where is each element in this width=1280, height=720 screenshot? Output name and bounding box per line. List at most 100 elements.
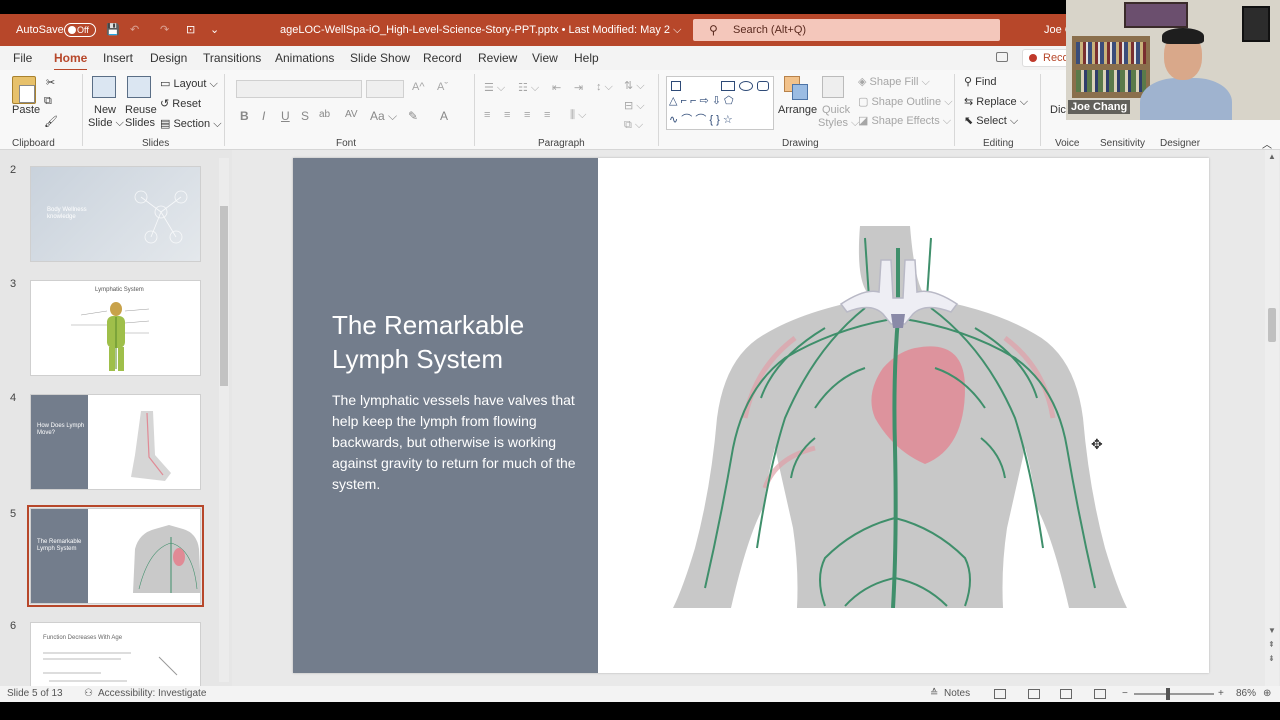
shadow-button[interactable]: ab: [319, 109, 330, 120]
new-slide-icon[interactable]: [92, 76, 116, 98]
new-slide-label-2[interactable]: Slide ⌵: [88, 117, 124, 130]
new-slide-label[interactable]: New: [94, 104, 116, 116]
quick-styles-icon[interactable]: [822, 76, 844, 98]
scrollbar-thumb[interactable]: [1268, 308, 1276, 342]
redo-icon[interactable]: ↷: [160, 22, 169, 38]
strikethrough-button[interactable]: S: [301, 109, 309, 123]
slide-canvas[interactable]: The Remarkable Lymph System The lymphati…: [293, 158, 1209, 673]
slide-vertical-scrollbar[interactable]: ▲ ▼ ⇞ ⇟: [1265, 150, 1279, 686]
font-size-box[interactable]: [366, 80, 404, 98]
normal-view-icon[interactable]: [994, 689, 1006, 699]
decrease-indent-icon[interactable]: ⇤: [552, 81, 561, 94]
zoom-level[interactable]: 86%: [1236, 688, 1256, 699]
slide-thumbnail-2[interactable]: Body Wellness knowledge: [30, 166, 201, 262]
format-painter-icon[interactable]: 🖌: [44, 115, 58, 128]
bullets-icon[interactable]: ☰ ⌵: [484, 81, 505, 95]
slide-thumbnail-3[interactable]: Lymphatic System: [30, 280, 201, 376]
thumbnail-scrollbar[interactable]: [219, 158, 229, 682]
autosave-toggle[interactable]: Off: [64, 23, 96, 37]
paste-button[interactable]: Paste: [12, 104, 40, 116]
curve-shape-icon[interactable]: ∿ ⌒ ⌒ { } ☆: [669, 111, 733, 127]
tab-file[interactable]: File: [13, 51, 32, 65]
align-text-icon[interactable]: ⊟ ⌵: [624, 99, 645, 113]
shapes-gallery[interactable]: △ ⌐ ⌐ ⇨ ⇩ ⬠ ∿ ⌒ ⌒ { } ☆: [666, 76, 774, 130]
align-right-icon[interactable]: ≡: [524, 109, 530, 121]
thumbnail-scrollbar-thumb[interactable]: [220, 206, 228, 386]
reading-view-icon[interactable]: [1060, 689, 1072, 699]
present-icon[interactable]: ⊡: [186, 22, 195, 38]
shape-outline-button[interactable]: ▢ Shape Outline ⌵: [858, 95, 953, 109]
copy-icon[interactable]: ⧉: [44, 95, 52, 108]
numbering-icon[interactable]: ☷ ⌵: [518, 81, 539, 95]
rectangle-shape-icon[interactable]: [721, 81, 735, 91]
search-box[interactable]: ⚲ Search (Alt+Q): [693, 19, 1000, 41]
align-left-icon[interactable]: ≡: [484, 109, 490, 121]
slide-thumbnail-5[interactable]: The Remarkable Lymph System: [27, 505, 204, 607]
zoom-out-icon[interactable]: −: [1122, 688, 1128, 699]
shrink-font-icon[interactable]: Aˇ: [437, 81, 448, 93]
line-spacing-icon[interactable]: ↕ ⌵: [596, 81, 613, 94]
bold-button[interactable]: B: [240, 109, 249, 123]
customize-quick-access-icon[interactable]: ⌄: [210, 22, 219, 38]
save-icon[interactable]: 💾: [106, 22, 120, 38]
justify-icon[interactable]: ≡: [544, 109, 550, 121]
tab-slide-show[interactable]: Slide Show: [350, 51, 410, 65]
tab-home[interactable]: Home: [54, 51, 88, 71]
text-direction-icon[interactable]: ⇅ ⌵: [624, 79, 645, 93]
spacing-icon[interactable]: AV: [345, 109, 358, 120]
shape-fill-button[interactable]: ◈ Shape Fill ⌵: [858, 75, 930, 89]
cut-icon[interactable]: ✂: [46, 76, 55, 89]
font-family-box[interactable]: [236, 80, 362, 98]
italic-button[interactable]: I: [262, 109, 265, 123]
columns-icon[interactable]: ⫼ ⌵: [570, 109, 586, 122]
arrange-icon[interactable]: [784, 76, 808, 100]
comments-icon[interactable]: [996, 52, 1008, 62]
document-title[interactable]: ageLOC-WellSpa-iO_High-Level-Science-Sto…: [280, 22, 681, 38]
arrange-button[interactable]: Arrange: [778, 104, 817, 116]
previous-slide-icon[interactable]: ⇞: [1268, 640, 1275, 649]
oval-shape-icon[interactable]: [739, 81, 753, 91]
section-button[interactable]: ▤ Section ⌵: [160, 117, 222, 131]
tab-design[interactable]: Design: [150, 51, 187, 65]
slide-sorter-icon[interactable]: [1028, 689, 1040, 699]
undo-icon[interactable]: ↶: [130, 22, 139, 38]
select-button[interactable]: ⬉ Select ⌵: [964, 114, 1018, 128]
zoom-in-icon[interactable]: +: [1218, 688, 1224, 699]
scroll-down-icon[interactable]: ▼: [1268, 626, 1276, 635]
layout-button[interactable]: ▭ Layout ⌵: [160, 77, 218, 91]
grow-font-icon[interactable]: A^: [412, 81, 425, 93]
accessibility-status[interactable]: Accessibility: Investigate: [98, 688, 206, 699]
slide-show-icon[interactable]: [1094, 689, 1106, 699]
tab-insert[interactable]: Insert: [103, 51, 133, 65]
next-slide-icon[interactable]: ⇟: [1268, 654, 1275, 663]
rounded-rectangle-shape-icon[interactable]: [757, 81, 769, 91]
reuse-slides-icon[interactable]: [127, 76, 151, 98]
font-color-icon[interactable]: A: [440, 109, 448, 123]
scroll-up-icon[interactable]: ▲: [1268, 152, 1276, 161]
highlight-icon[interactable]: ✎: [408, 109, 418, 123]
triangle-shape-icon[interactable]: △ ⌐ ⌐ ⇨ ⇩ ⬠: [669, 94, 734, 107]
tab-view[interactable]: View: [532, 51, 558, 65]
slide-body-text[interactable]: The lymphatic vessels have valves that h…: [332, 390, 582, 495]
zoom-slider[interactable]: [1134, 693, 1214, 695]
replace-button[interactable]: ⇆ Replace ⌵: [964, 95, 1028, 109]
accessibility-icon[interactable]: ⚇: [84, 688, 93, 699]
quick-styles-label[interactable]: Quick: [822, 104, 850, 116]
shape-effects-button[interactable]: ◪ Shape Effects ⌵: [858, 114, 951, 128]
zoom-slider-knob[interactable]: [1166, 688, 1170, 700]
collapse-ribbon-icon[interactable]: ︿: [1262, 136, 1272, 151]
lymph-system-illustration[interactable]: [665, 218, 1135, 608]
fit-to-window-icon[interactable]: ⊕: [1263, 688, 1271, 699]
tab-help[interactable]: Help: [574, 51, 599, 65]
align-center-icon[interactable]: ≡: [504, 109, 510, 121]
find-button[interactable]: ⚲ Find: [964, 75, 997, 88]
reuse-slides-label[interactable]: Reuse: [125, 104, 157, 116]
reuse-slides-label-2[interactable]: Slides: [125, 117, 155, 129]
notes-button[interactable]: Notes: [944, 688, 970, 699]
quick-styles-label-2[interactable]: Styles ⌵: [818, 117, 859, 130]
tab-record[interactable]: Record: [423, 51, 462, 65]
notes-icon[interactable]: ≙: [930, 688, 938, 699]
smartart-icon[interactable]: ⧉ ⌵: [624, 119, 643, 132]
underline-button[interactable]: U: [281, 109, 290, 123]
change-case-button[interactable]: Aa ⌵: [370, 109, 397, 124]
